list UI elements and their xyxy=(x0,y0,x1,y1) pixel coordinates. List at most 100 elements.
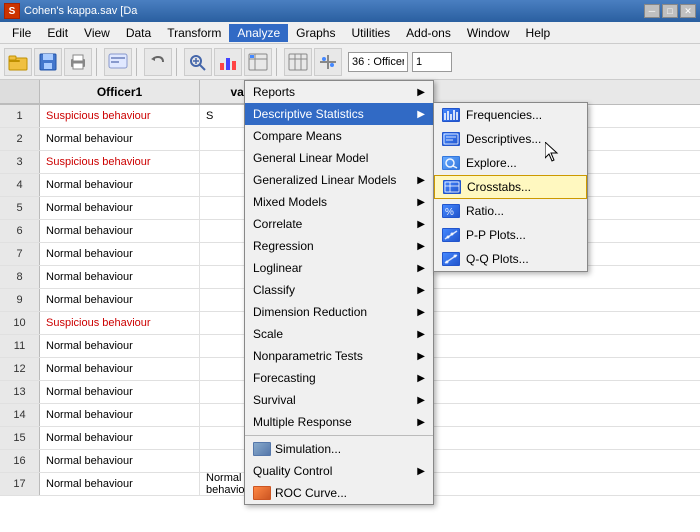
menu-item-correlate[interactable]: Correlate ▶ xyxy=(245,213,433,235)
row-number: 17 xyxy=(0,473,40,495)
menu-item-qualitycontrol[interactable]: Quality Control ▶ xyxy=(245,460,433,482)
window-title: Cohen's kappa.sav [Da xyxy=(24,5,137,17)
cell-officer1[interactable]: Suspicious behaviour xyxy=(40,105,200,127)
table-button[interactable] xyxy=(244,48,272,76)
row-number: 6 xyxy=(0,220,40,242)
menu-analyze[interactable]: Analyze xyxy=(229,24,288,42)
menu-bar: File Edit View Data Transform Analyze Gr… xyxy=(0,22,700,44)
cell-officer1[interactable]: Suspicious behaviour xyxy=(40,151,200,173)
submenu-qq-plots[interactable]: Q-Q Plots... xyxy=(434,247,587,271)
dialog-button[interactable] xyxy=(104,48,132,76)
toolbar-sep2 xyxy=(136,48,140,76)
menu-item-regression[interactable]: Regression ▶ xyxy=(245,235,433,257)
print-button[interactable] xyxy=(64,48,92,76)
submenu-descriptives[interactable]: Descriptives... xyxy=(434,127,587,151)
submenu-ratio[interactable]: % Ratio... xyxy=(434,199,587,223)
cell-officer1[interactable]: Normal behaviour xyxy=(40,174,200,196)
arrow-icon: ▶ xyxy=(417,351,425,362)
title-bar: S Cohen's kappa.sav [Da ─ □ ✕ xyxy=(0,0,700,22)
find-button[interactable] xyxy=(184,48,212,76)
cell-officer1[interactable]: Normal behaviour xyxy=(40,427,200,449)
menu-data[interactable]: Data xyxy=(118,24,159,42)
arrow-icon: ▶ xyxy=(417,285,425,296)
cell-value-input[interactable] xyxy=(412,52,452,72)
cell-officer1[interactable]: Normal behaviour xyxy=(40,197,200,219)
row-number: 9 xyxy=(0,289,40,311)
submenu-frequencies[interactable]: Frequencies... xyxy=(434,103,587,127)
menu-transform[interactable]: Transform xyxy=(159,24,229,42)
menu-help[interactable]: Help xyxy=(518,24,559,42)
cell-officer1[interactable]: Normal behaviour xyxy=(40,381,200,403)
menu-item-forecasting[interactable]: Forecasting ▶ xyxy=(245,367,433,389)
cell-officer1[interactable]: Normal behaviour xyxy=(40,243,200,265)
undo-button[interactable] xyxy=(144,48,172,76)
menu-item-nonparam[interactable]: Nonparametric Tests ▶ xyxy=(245,345,433,367)
menu-view[interactable]: View xyxy=(76,24,118,42)
descriptives-icon xyxy=(442,132,460,146)
maximize-button[interactable]: □ xyxy=(662,4,678,18)
scale-button[interactable] xyxy=(314,48,342,76)
cell-officer1[interactable]: Normal behaviour xyxy=(40,289,200,311)
grid-button[interactable] xyxy=(284,48,312,76)
cell-officer1[interactable]: Normal behaviour xyxy=(40,358,200,380)
menu-item-compare[interactable]: Compare Means xyxy=(245,125,433,147)
chart-button[interactable] xyxy=(214,48,242,76)
menu-item-glm[interactable]: General Linear Model xyxy=(245,147,433,169)
cell-ref-input[interactable] xyxy=(348,52,408,72)
cell-officer1[interactable]: Normal behaviour xyxy=(40,335,200,357)
submenu-crosstabs[interactable]: Crosstabs... xyxy=(434,175,587,199)
col-header-officer1[interactable]: Officer1 xyxy=(40,80,200,104)
menu-item-roc[interactable]: ROC Curve... xyxy=(245,482,433,504)
arrow-icon: ▶ xyxy=(417,329,425,340)
row-number: 4 xyxy=(0,174,40,196)
submenu-explore[interactable]: Explore... xyxy=(434,151,587,175)
analyze-dropdown[interactable]: Reports ▶ Descriptive Statistics ▶ Compa… xyxy=(244,80,434,505)
qq-plots-icon xyxy=(442,252,460,266)
menu-item-simulation[interactable]: Simulation... xyxy=(245,438,433,460)
row-number: 5 xyxy=(0,197,40,219)
menu-item-mixed[interactable]: Mixed Models ▶ xyxy=(245,191,433,213)
row-number: 8 xyxy=(0,266,40,288)
toolbar-sep1 xyxy=(96,48,100,76)
arrow-icon: ▶ xyxy=(417,87,425,98)
roc-icon xyxy=(253,486,271,500)
menu-utilities[interactable]: Utilities xyxy=(343,24,398,42)
menu-item-survival[interactable]: Survival ▶ xyxy=(245,389,433,411)
menu-edit[interactable]: Edit xyxy=(39,24,76,42)
menu-item-scale[interactable]: Scale ▶ xyxy=(245,323,433,345)
open-button[interactable] xyxy=(4,48,32,76)
close-button[interactable]: ✕ xyxy=(680,4,696,18)
submenu-pp-plots[interactable]: P-P Plots... xyxy=(434,223,587,247)
menu-item-classify[interactable]: Classify ▶ xyxy=(245,279,433,301)
minimize-button[interactable]: ─ xyxy=(644,4,660,18)
arrow-icon: ▶ xyxy=(417,466,425,477)
cell-officer1[interactable]: Normal behaviour xyxy=(40,404,200,426)
crosstabs-icon xyxy=(443,180,461,194)
app-icon: S xyxy=(4,3,20,19)
cell-officer1[interactable]: Normal behaviour xyxy=(40,220,200,242)
arrow-icon: ▶ xyxy=(417,109,425,120)
menu-addons[interactable]: Add-ons xyxy=(398,24,459,42)
cell-officer1[interactable]: Normal behaviour xyxy=(40,450,200,472)
cell-officer1[interactable]: Normal behaviour xyxy=(40,266,200,288)
menu-item-descriptive[interactable]: Descriptive Statistics ▶ xyxy=(245,103,433,125)
cell-officer1[interactable]: Normal behaviour xyxy=(40,128,200,150)
menu-file[interactable]: File xyxy=(4,24,39,42)
arrow-icon: ▶ xyxy=(417,263,425,274)
descriptive-stats-submenu[interactable]: Frequencies... Descriptives... Explore..… xyxy=(433,102,588,272)
menu-item-reports[interactable]: Reports ▶ xyxy=(245,81,433,103)
arrow-icon: ▶ xyxy=(417,307,425,318)
row-number: 15 xyxy=(0,427,40,449)
arrow-icon: ▶ xyxy=(417,241,425,252)
arrow-icon: ▶ xyxy=(417,219,425,230)
menu-graphs[interactable]: Graphs xyxy=(288,24,343,42)
cell-officer1[interactable]: Normal behaviour xyxy=(40,473,200,495)
toolbar-sep4 xyxy=(276,48,280,76)
cell-officer1[interactable]: Suspicious behaviour xyxy=(40,312,200,334)
save-button[interactable] xyxy=(34,48,62,76)
menu-item-multiresponse[interactable]: Multiple Response ▶ xyxy=(245,411,433,433)
menu-window[interactable]: Window xyxy=(459,24,518,42)
menu-item-gglm[interactable]: Generalized Linear Models ▶ xyxy=(245,169,433,191)
menu-item-loglinear[interactable]: Loglinear ▶ xyxy=(245,257,433,279)
menu-item-dimreduction[interactable]: Dimension Reduction ▶ xyxy=(245,301,433,323)
